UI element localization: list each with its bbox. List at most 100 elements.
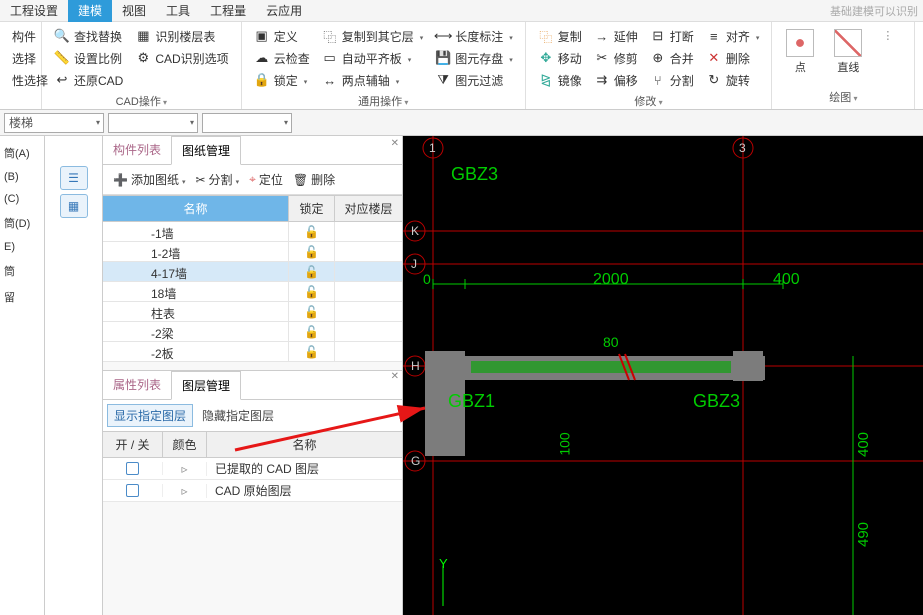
btn-cloud-check[interactable]: ☁云检查 — [248, 47, 316, 69]
drawing-row[interactable]: -2板🔓 — [103, 342, 402, 362]
btn-extend[interactable]: →延伸 — [588, 25, 644, 47]
options-icon: ⚙ — [135, 50, 151, 66]
left-nav: 筒(A) (B) (C) 筒(D) E) 筒 留 — [0, 136, 45, 615]
btn-length-dim[interactable]: ⟷长度标注 — [429, 25, 519, 47]
btn-restore-cad[interactable]: ↩还原CAD — [48, 69, 129, 91]
left-item[interactable]: (C) — [2, 188, 42, 210]
mirror-icon: ⧎ — [538, 72, 554, 88]
drawing-row[interactable]: 1-2墙🔓 — [103, 242, 402, 262]
layer-row[interactable]: ▹CAD 原始图层 — [103, 480, 402, 502]
copy-floor-icon: ⿻ — [322, 28, 338, 44]
table-icon: ▦ — [135, 28, 151, 44]
combo-3[interactable] — [202, 113, 292, 133]
lock-icon[interactable]: 🔓 — [304, 265, 319, 279]
find-icon: 🔍 — [54, 28, 70, 44]
dimension-icon: ⟷ — [435, 28, 451, 44]
left-item[interactable]: 筒(A) — [2, 140, 42, 166]
define-icon: ▣ — [254, 28, 270, 44]
btn-split-drawing[interactable]: ✂分割 — [191, 169, 243, 190]
lock-icon[interactable]: 🔓 — [304, 245, 319, 259]
layer-row[interactable]: ▹已提取的 CAD 图层 — [103, 458, 402, 480]
side-grid-icon[interactable]: ▦ — [60, 194, 88, 218]
drawing-row[interactable]: -2梁🔓 — [103, 322, 402, 342]
btn-mirror[interactable]: ⧎镜像 — [532, 69, 588, 91]
drawing-row[interactable]: 18墙🔓 — [103, 282, 402, 302]
btn-identify-floor[interactable]: ▦识别楼层表 — [129, 25, 234, 47]
cad-canvas[interactable]: GBZ3 GBZ1 GBZ3 1 3 K J H G 0 2000 400 80… — [403, 136, 923, 615]
side-list-icon[interactable]: ☰ — [60, 166, 88, 190]
drawing-toolbar: ➕添加图纸 ✂分割 ⌖定位 🗑删除 — [103, 165, 402, 195]
panel2-close-icon[interactable]: ✕ — [391, 371, 399, 382]
col-lock: 锁定 — [288, 196, 334, 221]
delete-icon: ✕ — [706, 50, 722, 66]
btn-move[interactable]: ✥移动 — [532, 47, 588, 69]
lock-icon[interactable]: 🔓 — [304, 285, 319, 299]
btn-trim[interactable]: ✂修剪 — [588, 47, 644, 69]
btn-point[interactable]: 点 — [778, 25, 822, 87]
menu-tools[interactable]: 工具 — [156, 0, 200, 22]
align-icon: ≡ — [706, 28, 722, 44]
menu-project-settings[interactable]: 工程设置 — [0, 0, 68, 22]
lock-icon: 🔒 — [254, 72, 270, 88]
save-icon: 💾 — [435, 50, 451, 66]
btn-set-scale[interactable]: 📏设置比例 — [48, 47, 129, 69]
filter-icon: ⧩ — [435, 72, 451, 88]
tab-property-list[interactable]: 属性列表 — [103, 371, 171, 399]
btn-align[interactable]: ≡对齐 — [700, 25, 766, 47]
btn-find-replace[interactable]: 🔍查找替换 — [48, 25, 129, 47]
btn-locate[interactable]: ⌖定位 — [245, 169, 287, 190]
drawing-row[interactable]: 柱表🔓 — [103, 302, 402, 322]
btn-copy[interactable]: ⿻复制 — [532, 25, 588, 47]
btn-two-point-axis[interactable]: ↔两点辅轴 — [316, 69, 430, 91]
menu-cloud[interactable]: 云应用 — [256, 0, 312, 22]
btn-auto-align[interactable]: ▭自动平齐板 — [316, 47, 430, 69]
btn-break[interactable]: ⊟打断 — [644, 25, 700, 47]
left-item[interactable]: E) — [2, 236, 42, 258]
btn-hide-layer[interactable]: 隐藏指定图层 — [195, 404, 281, 427]
menu-bar: 工程设置 建模 视图 工具 工程量 云应用 基础建模可以识别 — [0, 0, 923, 22]
btn-add-drawing[interactable]: ➕添加图纸 — [109, 169, 189, 190]
layer-checkbox[interactable] — [126, 484, 139, 497]
lock-icon[interactable]: 🔓 — [304, 325, 319, 339]
tab-layer-manage[interactable]: 图层管理 — [171, 371, 241, 400]
expand-icon[interactable]: ▹ — [181, 484, 187, 498]
menu-modeling[interactable]: 建模 — [68, 0, 112, 22]
menu-quantity[interactable]: 工程量 — [200, 0, 256, 22]
btn-offset[interactable]: ⇉偏移 — [588, 69, 644, 91]
btn-element-filter[interactable]: ⧩图元过滤 — [429, 69, 519, 91]
left-item[interactable]: 留 — [2, 284, 42, 310]
btn-delete[interactable]: ✕删除 — [700, 47, 766, 69]
expand-icon[interactable]: ▹ — [181, 462, 187, 476]
drawing-row[interactable]: -1墙🔓 — [103, 222, 402, 242]
btn-merge[interactable]: ⊕合并 — [644, 47, 700, 69]
drawing-row[interactable]: 4-17墙🔓 — [103, 262, 402, 282]
btn-ribbon-more[interactable]: ⋮ — [874, 25, 908, 51]
combo-2[interactable] — [108, 113, 198, 133]
tab-component-list[interactable]: 构件列表 — [103, 136, 171, 164]
group-draw: 绘图 — [772, 87, 914, 109]
left-item[interactable]: 筒(D) — [2, 210, 42, 236]
btn-cad-options[interactable]: ⚙CAD识别选项 — [129, 47, 234, 69]
move-icon: ✥ — [538, 50, 554, 66]
lock-icon[interactable]: 🔓 — [304, 225, 319, 239]
btn-delete-drawing[interactable]: 🗑删除 — [289, 169, 339, 190]
btn-show-layer[interactable]: 显示指定图层 — [107, 404, 193, 427]
btn-copy-to-floor[interactable]: ⿻复制到其它层 — [316, 25, 430, 47]
btn-lock[interactable]: 🔒锁定 — [248, 69, 316, 91]
break-icon: ⊟ — [650, 28, 666, 44]
btn-split[interactable]: ⑂分割 — [644, 69, 700, 91]
btn-define[interactable]: ▣定义 — [248, 25, 316, 47]
tab-drawing-manage[interactable]: 图纸管理 — [171, 136, 241, 165]
lock-icon[interactable]: 🔓 — [304, 305, 319, 319]
menu-view[interactable]: 视图 — [112, 0, 156, 22]
left-item[interactable]: 筒 — [2, 258, 42, 284]
lock-icon[interactable]: 🔓 — [304, 345, 319, 359]
btn-line[interactable]: 直线 — [826, 25, 870, 87]
combo-floor[interactable]: 楼梯 — [4, 113, 104, 133]
split-icon: ✂ — [195, 173, 205, 187]
left-item[interactable]: (B) — [2, 166, 42, 188]
btn-rotate[interactable]: ↻旋转 — [700, 69, 766, 91]
layer-checkbox[interactable] — [126, 462, 139, 475]
panel-close-icon[interactable]: ✕ — [391, 138, 399, 149]
btn-save-element[interactable]: 💾图元存盘 — [429, 47, 519, 69]
